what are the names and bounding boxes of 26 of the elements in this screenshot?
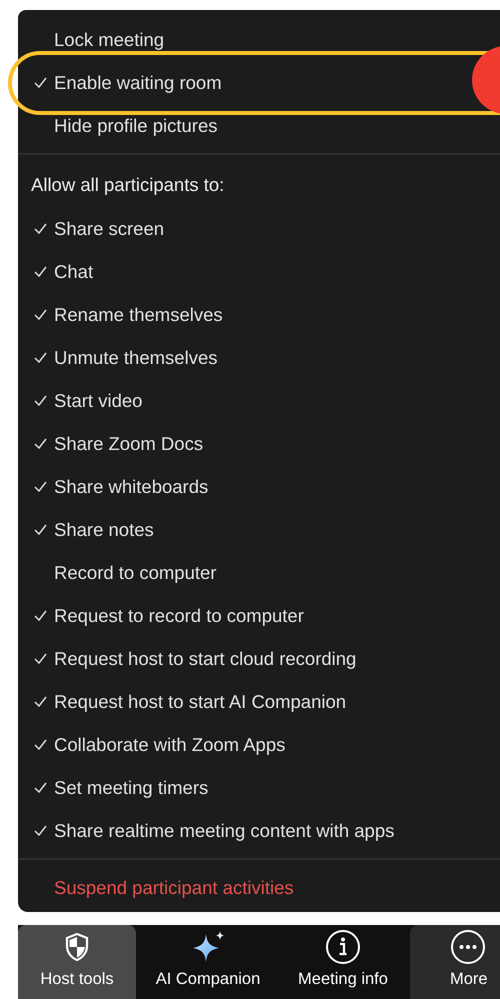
menu-item[interactable]: Request host to start cloud recording: [18, 637, 356, 680]
menu-item[interactable]: Share notes: [18, 508, 154, 551]
toolbar-button[interactable]: Meeting info: [280, 925, 406, 999]
menu-item[interactable]: Share Zoom Docs: [18, 422, 204, 465]
more-icon: [450, 929, 486, 965]
menu-item[interactable]: Enable waiting room: [18, 61, 222, 104]
menu-item[interactable]: Hide profile pictures: [18, 104, 218, 147]
menu-item[interactable]: Suspend participant activities: [18, 860, 500, 915]
menu-item[interactable]: Rename themselves: [18, 293, 223, 336]
toolbar-button[interactable]: AI Companion: [140, 925, 276, 999]
menu-item[interactable]: Request to record to computer: [18, 594, 304, 637]
menu-item[interactable]: Request host to start AI Companion: [18, 680, 346, 723]
toolbar-button[interactable]: More: [410, 925, 500, 999]
menu-item[interactable]: Share realtime meeting content with apps: [18, 809, 394, 852]
menu-item[interactable]: Unmute themselves: [18, 336, 218, 379]
menu-item[interactable]: Share screen: [18, 207, 164, 250]
menu-item[interactable]: Set meeting timers: [18, 766, 208, 809]
menu-item[interactable]: Start video: [18, 379, 142, 422]
section-heading: Allow all participants to:: [30, 173, 226, 197]
menu-item[interactable]: Chat: [18, 250, 94, 293]
menu-item[interactable]: Lock meeting: [18, 18, 164, 61]
menu-item[interactable]: Record to computer: [18, 551, 216, 594]
toolbar-button[interactable]: Host tools: [18, 925, 136, 999]
info-icon: [325, 929, 361, 965]
menu-item[interactable]: Share whiteboards: [18, 465, 208, 508]
menu-item[interactable]: Collaborate with Zoom Apps: [18, 723, 286, 766]
